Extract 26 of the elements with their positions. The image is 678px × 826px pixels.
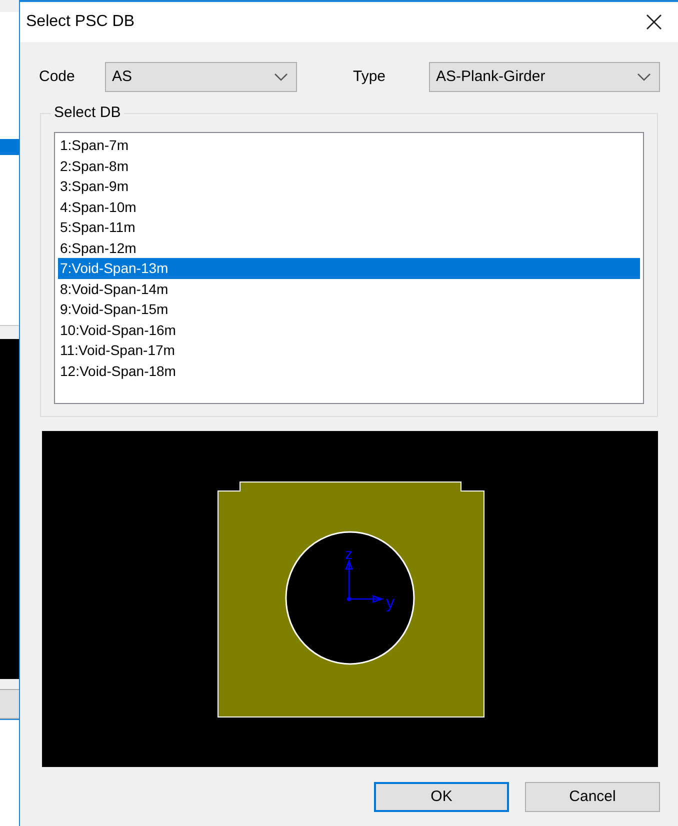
z-axis-label: z	[345, 546, 352, 563]
window-title: Select PSC DB	[26, 12, 134, 32]
code-label: Code	[39, 66, 76, 87]
list-item[interactable]: 6:Span-12m	[58, 238, 640, 258]
list-item[interactable]: 7:Void-Span-13m	[58, 258, 640, 278]
list-item[interactable]: 4:Span-10m	[58, 196, 640, 217]
list-item[interactable]: 5:Span-11m	[58, 217, 640, 238]
axes-icon	[345, 559, 384, 603]
list-item[interactable]: 9:Void-Span-15m	[58, 299, 640, 320]
list-item[interactable]: 11:Void-Span-17m	[58, 340, 640, 360]
dialog-button[interactable]: Cancel	[525, 782, 660, 812]
y-axis-label: y	[386, 593, 394, 612]
type-label: Type	[353, 66, 387, 87]
list-item[interactable]: 2:Span-8m	[58, 156, 640, 176]
dialog-button[interactable]: OK	[374, 782, 509, 812]
chevron-icon	[274, 73, 288, 81]
list-item[interactable]: 8:Void-Span-14m	[58, 278, 640, 299]
dropdown[interactable]: AS-Plank-Girder	[429, 62, 660, 92]
close-icon	[646, 14, 662, 30]
list-item[interactable]: 12:Void-Span-18m	[58, 360, 640, 381]
chevron-icon	[637, 73, 651, 81]
background-selection	[0, 139, 19, 155]
list-item[interactable]: 3:Span-9m	[58, 176, 640, 196]
list-item[interactable]: 10:Void-Span-16m	[58, 320, 640, 340]
dropdown[interactable]: AS	[105, 62, 297, 92]
list-item[interactable]: 1:Span-7m	[58, 135, 640, 156]
